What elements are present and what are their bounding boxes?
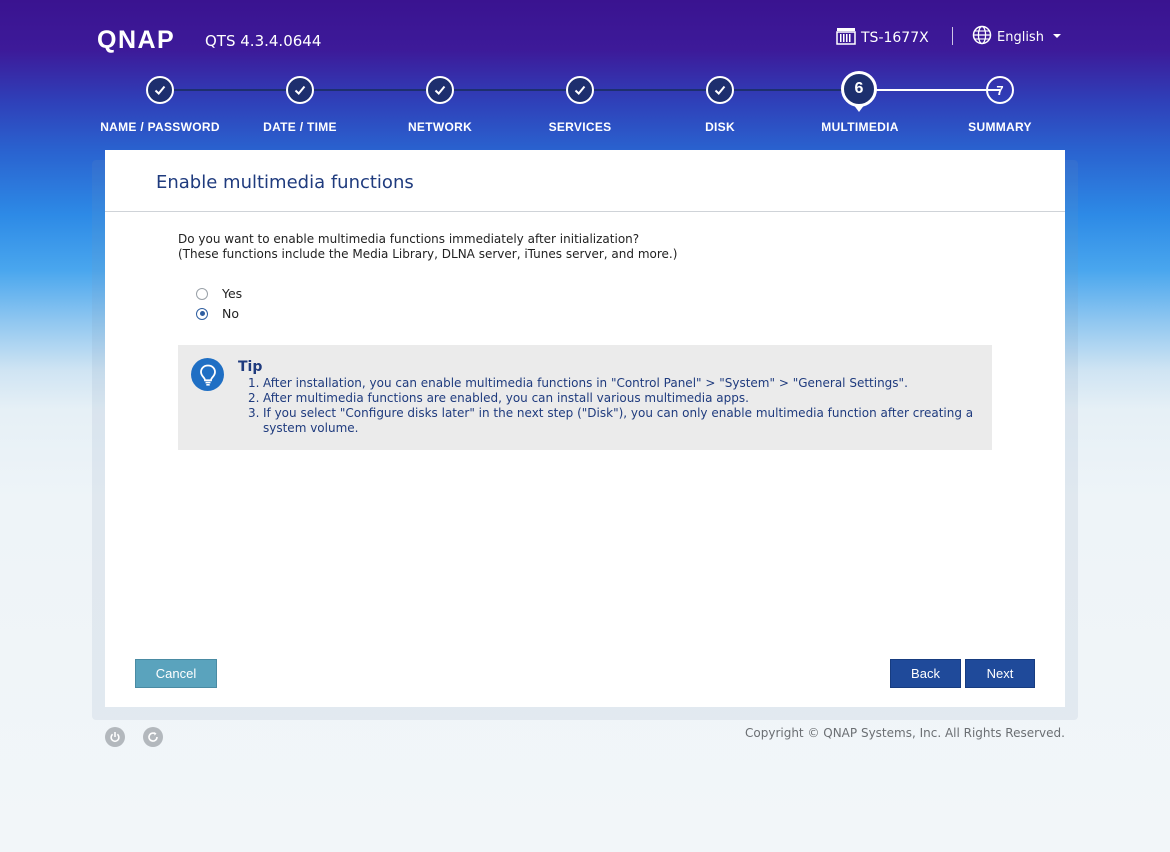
back-button[interactable]: Back [890, 659, 961, 688]
power-icon[interactable] [105, 727, 125, 747]
language-selector[interactable]: English [972, 25, 1044, 49]
question-text: Do you want to enable multimedia functio… [178, 232, 677, 262]
wizard-panel: Enable multimedia functions Do you want … [105, 150, 1065, 707]
tip-item-text: After multimedia functions are enabled, … [263, 391, 749, 405]
step-3-complete [426, 76, 454, 104]
check-icon [434, 85, 446, 95]
tip-item: 3. If you select "Configure disks later"… [248, 406, 978, 436]
step-label-date-time: DATE / TIME [263, 120, 337, 134]
os-version: QTS 4.3.4.0644 [205, 32, 322, 50]
question-line: Do you want to enable multimedia functio… [178, 232, 640, 246]
stepper-remaining-line [860, 89, 1000, 91]
model-indicator: TS-1677X [836, 27, 929, 49]
check-icon [294, 85, 306, 95]
step-7-upcoming: 7 [986, 76, 1014, 104]
tip-list: 1. After installation, you can enable mu… [248, 376, 978, 436]
tip-item-text: After installation, you can enable multi… [263, 376, 908, 390]
tip-title: Tip [238, 359, 263, 375]
radio-yes[interactable] [196, 287, 208, 300]
restart-icon[interactable] [143, 727, 163, 747]
language-label: English [997, 29, 1044, 45]
lightbulb-icon [191, 358, 224, 391]
tip-item: 2. After multimedia functions are enable… [248, 391, 978, 406]
option-yes[interactable]: Yes [196, 286, 242, 301]
tip-item: 1. After installation, you can enable mu… [248, 376, 978, 391]
step-number: 7 [996, 82, 1004, 98]
next-button[interactable]: Next [965, 659, 1035, 688]
option-no-label: No [222, 306, 239, 321]
title-divider [105, 211, 1065, 212]
page-title: Enable multimedia functions [156, 172, 414, 193]
check-icon [574, 85, 586, 95]
tip-item-number: 3. [248, 406, 260, 420]
step-1-complete [146, 76, 174, 104]
model-name: TS-1677X [861, 30, 929, 46]
stepper-progress-line [160, 89, 860, 91]
option-yes-label: Yes [222, 286, 243, 301]
copyright-text: Copyright © QNAP Systems, Inc. All Right… [745, 726, 1065, 740]
step-2-complete [286, 76, 314, 104]
current-step-pointer [853, 104, 865, 112]
globe-icon [972, 25, 992, 49]
radio-no[interactable] [196, 307, 208, 320]
tip-box: Tip 1. After installation, you can enabl… [178, 345, 992, 450]
cancel-button[interactable]: Cancel [135, 659, 217, 688]
tip-item-number: 1. [248, 376, 260, 390]
step-6-current: 6 [841, 71, 877, 107]
option-no[interactable]: No [196, 306, 239, 321]
question-note: (These functions include the Media Libra… [178, 247, 678, 261]
step-label-name-password: NAME / PASSWORD [100, 120, 220, 134]
step-4-complete [566, 76, 594, 104]
nas-device-icon [836, 27, 856, 49]
qnap-logo: QNAP [97, 26, 176, 54]
step-label-disk: DISK [705, 120, 735, 134]
check-icon [154, 85, 166, 95]
step-5-complete [706, 76, 734, 104]
tip-item-text: If you select "Configure disks later" in… [263, 406, 974, 435]
step-number: 6 [854, 80, 864, 97]
step-label-network: NETWORK [407, 120, 473, 134]
check-icon [714, 85, 726, 95]
step-label-summary: SUMMARY [968, 120, 1032, 134]
chevron-down-icon[interactable] [1053, 34, 1061, 38]
tip-item-number: 2. [248, 391, 260, 405]
header-divider [952, 27, 953, 45]
step-label-services: SERVICES [548, 120, 612, 134]
step-label-multimedia: MULTIMEDIA [821, 120, 899, 134]
